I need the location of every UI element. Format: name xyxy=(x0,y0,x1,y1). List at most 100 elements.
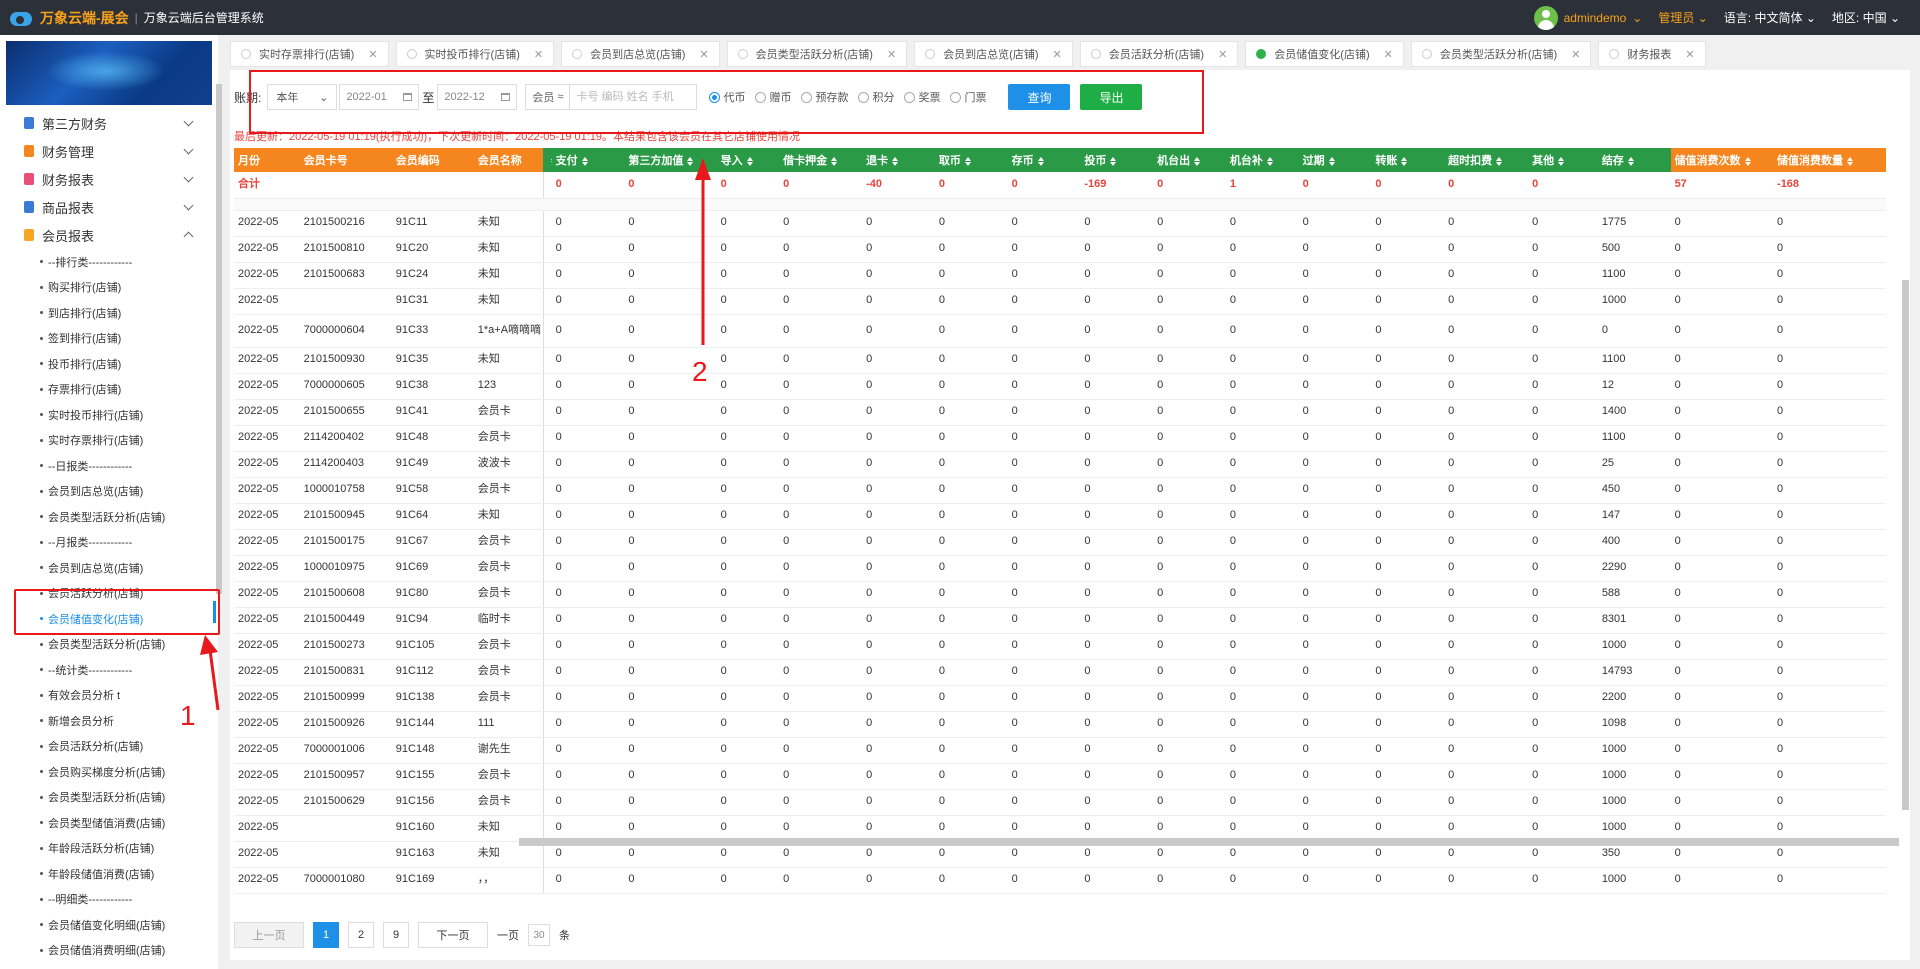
table-horizontal-scrollbar[interactable] xyxy=(519,838,1899,846)
language-menu[interactable]: 语言: 中文简体 ⌄ xyxy=(1724,9,1816,26)
close-icon[interactable]: ✕ xyxy=(1384,48,1393,61)
app-logo[interactable]: 万象云端-展会 | 万象云端后台管理系统 xyxy=(8,8,264,28)
column-header[interactable]: 第三方加值 xyxy=(624,148,717,172)
table-row[interactable]: 2022-05 2101500930 91C35 未知 0 0 0 0 0 0 0 0 0 0 0 0 0 0 11… xyxy=(234,347,1886,374)
sidebar-item[interactable]: --明细类------------ xyxy=(0,887,218,913)
table-row[interactable]: 2022-05 2101500831 91C112 会员卡 0 0 0 0 0 0 0 0 0 0 0 0 0 0… xyxy=(234,659,1886,686)
next-page-button[interactable]: 下一页 xyxy=(418,922,488,948)
table-row[interactable]: 2022-05 2101500945 91C64 未知 0 0 0 0 0 0 0 0 0 0 0 0 0 0 14… xyxy=(234,503,1886,530)
close-icon[interactable]: ✕ xyxy=(368,48,377,61)
column-header[interactable]: 结存 xyxy=(1597,148,1671,172)
sidebar-item[interactable]: --统计类------------ xyxy=(0,657,218,683)
column-header[interactable]: 储值消费数量 xyxy=(1773,148,1886,172)
sidebar-item[interactable]: 购买排行(店铺) xyxy=(0,275,218,301)
page-button[interactable]: 9 xyxy=(383,922,409,948)
sidebar-item[interactable]: 会员升级历史(店铺) xyxy=(0,963,218,969)
close-icon[interactable]: ✕ xyxy=(699,48,708,61)
table-row[interactable]: 2022-05 2101500629 91C156 会员卡 0 0 0 0 0 0 0 0 0 0 0 0 0 0… xyxy=(234,789,1886,816)
column-header[interactable]: 借卡押金 xyxy=(779,148,863,172)
sidebar-group-2[interactable]: 财务管理 xyxy=(0,137,218,165)
table-row[interactable]: 2022-05 2101500683 91C24 未知 0 0 0 0 0 0 0 0 0 0 0 0 0 0 11… xyxy=(234,262,1886,289)
tab-6[interactable]: 会员活跃分析(店铺) ✕ xyxy=(1079,41,1239,67)
user-menu[interactable]: admindemo ⌄ xyxy=(1533,5,1642,30)
tab-7[interactable]: 会员储值变化(店铺) ✕ xyxy=(1245,41,1404,67)
close-icon[interactable]: ✕ xyxy=(1685,48,1694,61)
column-header[interactable]: 会员名称 xyxy=(473,148,544,172)
column-header[interactable]: 取币 xyxy=(934,148,1008,172)
table-row[interactable]: 2022-05 2101500810 91C20 未知 0 0 0 0 0 0 0 0 0 0 0 0 0 0 50… xyxy=(234,236,1886,263)
table-row[interactable]: 2022-05 7000000605 91C38 123 0 0 0 0 0 0 0 0 0 0 0 0 0 0 1… xyxy=(234,373,1886,400)
sidebar-item[interactable]: 会员类型活跃分析(店铺) xyxy=(0,632,218,658)
column-header[interactable]: 转账 xyxy=(1371,148,1445,172)
table-row[interactable]: 2022-05 91C31 未知 0 0 0 0 0 0 0 0 0 0 0 0 0 0 1000 0 0 xyxy=(234,288,1886,315)
table-row[interactable]: 2022-05 7000001006 91C148 谢先生 0 0 0 0 0 0 0 0 0 0 0 0 0 0… xyxy=(234,737,1886,764)
sidebar-item[interactable]: --月报类------------ xyxy=(0,530,218,556)
table-row[interactable]: 2022-05 7000001080 91C169，， 0 0 0 0 0 0 0 0 0 0 0 0 0 0 1… xyxy=(234,867,1886,894)
sidebar-item[interactable]: 会员储值变化明细(店铺) xyxy=(0,912,218,938)
sidebar-scrollbar[interactable] xyxy=(216,84,222,594)
page-button[interactable]: 1 xyxy=(313,922,339,948)
close-icon[interactable]: ✕ xyxy=(1053,48,1062,61)
tab-1[interactable]: 实时存票排行(店铺) ✕ xyxy=(230,41,389,67)
column-header[interactable]: 储值消费次数 xyxy=(1670,148,1774,172)
close-icon[interactable]: ✕ xyxy=(1218,48,1227,61)
sidebar-item[interactable]: --排行类------------ xyxy=(0,249,218,275)
table-row[interactable]: 2022-05 2101500655 91C41 会员卡 0 0 0 0 0 0 0 0 0 0 0 0 0 0 1… xyxy=(234,399,1886,426)
sidebar-item[interactable]: 会员到店总览(店铺) xyxy=(0,479,218,505)
page-size-input[interactable]: 30 xyxy=(528,924,550,946)
column-header[interactable]: 机台补 xyxy=(1225,148,1299,172)
prev-page-button[interactable]: 上一页 xyxy=(234,922,304,948)
tab-2[interactable]: 实时投币排行(店铺) ✕ xyxy=(395,41,555,67)
table-row[interactable]: 2022-05 2101500273 91C105 会员卡 0 0 0 0 0 0 0 0 0 0 0 0 0 0… xyxy=(234,633,1886,660)
sidebar-group-5[interactable]: 会员报表 xyxy=(0,221,218,249)
column-header[interactable] xyxy=(543,148,558,172)
sidebar-group-3[interactable]: 财务报表 xyxy=(0,165,218,193)
sidebar-item[interactable]: 到店排行(店铺) xyxy=(0,300,218,326)
column-header[interactable]: 过期 xyxy=(1298,148,1372,172)
table-row[interactable]: 2022-05 2101500175 91C67 会员卡 0 0 0 0 0 0 0 0 0 0 0 0 0 0 4… xyxy=(234,529,1886,556)
sidebar-item[interactable]: 会员类型储值消费(店铺) xyxy=(0,810,218,836)
page-button[interactable]: 2 xyxy=(348,922,374,948)
column-header[interactable]: 超时扣费 xyxy=(1444,148,1529,172)
sidebar-item[interactable]: 签到排行(店铺) xyxy=(0,326,218,352)
column-header[interactable]: 支付 xyxy=(551,148,625,172)
column-header[interactable]: 会员卡号 xyxy=(299,148,392,172)
table-row[interactable]: 2022-05 2114200402 91C48 会员卡 0 0 0 0 0 0 0 0 0 0 0 0 0 0 1… xyxy=(234,425,1886,452)
table-row[interactable]: 2022-05 2101500999 91C138 会员卡 0 0 0 0 0 0 0 0 0 0 0 0 0 0… xyxy=(234,685,1886,712)
table-row[interactable]: 2022-05 1000010975 91C69 会员卡 0 0 0 0 0 0 0 0 0 0 0 0 0 0 2… xyxy=(234,555,1886,582)
tab-5[interactable]: 会员到店总览(店铺) ✕ xyxy=(914,41,1073,67)
tab-8[interactable]: 会员类型活跃分析(店铺) ✕ xyxy=(1410,41,1592,67)
table-row[interactable]: 2022-05 2101500926 91C144 111 0 0 0 0 0 0 0 0 0 0 0 0 0 0… xyxy=(234,711,1886,738)
sidebar-item[interactable]: 投币排行(店铺) xyxy=(0,351,218,377)
table-vertical-scrollbar[interactable] xyxy=(1902,280,1909,810)
role-menu[interactable]: 管理员 ⌄ xyxy=(1658,9,1707,26)
close-icon[interactable]: ✕ xyxy=(887,48,896,61)
column-header[interactable]: 导入 xyxy=(716,148,780,172)
region-menu[interactable]: 地区: 中国 ⌄ xyxy=(1832,9,1900,26)
sidebar-item[interactable]: 会员类型活跃分析(店铺) xyxy=(0,504,218,530)
tab-9[interactable]: 财务报表 ✕ xyxy=(1598,41,1706,67)
sidebar-item[interactable]: 会员到店总览(店铺) xyxy=(0,555,218,581)
column-header[interactable]: 存币 xyxy=(1007,148,1081,172)
column-header[interactable]: 投币 xyxy=(1080,148,1154,172)
close-icon[interactable]: ✕ xyxy=(534,48,543,61)
tab-3[interactable]: 会员到店总览(店铺) ✕ xyxy=(561,41,720,67)
sidebar-item[interactable]: 实时投币排行(店铺) xyxy=(0,402,218,428)
table-row[interactable]: 2022-05 7000000604 91C33 1*a+A嘀嘀嘀 0 0 0 0 0 0 0 0 0 0… xyxy=(234,314,1886,348)
table-row[interactable]: 2022-05 2101500216 91C11 未知 0 0 0 0 0 0 0 0 0 0 0 0 0 0 17… xyxy=(234,210,1886,237)
close-icon[interactable]: ✕ xyxy=(1571,48,1580,61)
sidebar-item[interactable]: 会员活跃分析(店铺) xyxy=(0,734,218,760)
sidebar-item[interactable]: 会员储值消费明细(店铺) xyxy=(0,938,218,964)
sidebar-item[interactable]: 存票排行(店铺) xyxy=(0,377,218,403)
table-row[interactable]: 2022-05 2101500957 91C155 会员卡 0 0 0 0 0 0 0 0 0 0 0 0 0 0… xyxy=(234,763,1886,790)
sidebar-item[interactable]: --日报类------------ xyxy=(0,453,218,479)
sidebar-group-1[interactable]: 第三方财务 xyxy=(0,109,218,137)
table-row[interactable]: 2022-05 2101500449 91C94 临时卡 0 0 0 0 0 0 0 0 0 0 0 0 0 0 8… xyxy=(234,607,1886,634)
column-header[interactable]: 其他 xyxy=(1528,148,1598,172)
column-header[interactable]: 月份 xyxy=(234,148,300,172)
sidebar-item[interactable]: 会员购买梯度分析(店铺) xyxy=(0,759,218,785)
column-header[interactable]: 机台出 xyxy=(1153,148,1226,172)
sidebar-item[interactable]: 年龄段活跃分析(店铺) xyxy=(0,836,218,862)
sidebar-item[interactable]: 年龄段储值消费(店铺) xyxy=(0,861,218,887)
sidebar-group-4[interactable]: 商品报表 xyxy=(0,193,218,221)
